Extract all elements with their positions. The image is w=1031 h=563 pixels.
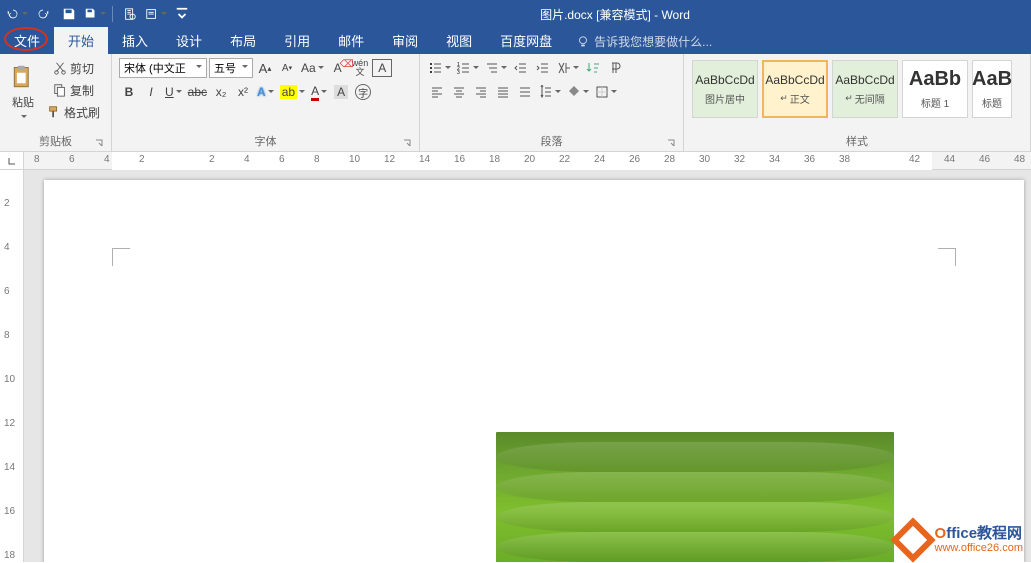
group-paragraph-label: 段落	[541, 136, 563, 148]
group-paragraph: 123 段落	[420, 54, 684, 151]
menu-view[interactable]: 视图	[432, 27, 486, 54]
vertical-ruler[interactable]: 24681012141618	[0, 170, 23, 562]
justify-button[interactable]	[493, 82, 513, 102]
menu-file[interactable]: 文件	[0, 27, 54, 54]
qat-button[interactable]	[145, 3, 167, 25]
italic-button[interactable]: I	[141, 82, 161, 102]
font-name-select[interactable]: 宋体 (中文正	[119, 58, 207, 78]
menu-mailings[interactable]: 邮件	[324, 27, 378, 54]
vertical-ruler-column: 24681012141618	[0, 152, 24, 562]
paste-button[interactable]: 粘贴	[4, 56, 42, 131]
asian-layout-button[interactable]	[555, 58, 581, 78]
tell-me-input[interactable]: 告诉我您想要做什么...	[566, 29, 722, 54]
group-styles-label: 样式	[846, 136, 868, 148]
menu-review[interactable]: 审阅	[378, 27, 432, 54]
shading-button[interactable]	[565, 82, 591, 102]
style-normal[interactable]: AaBbCcDd↵正文	[762, 60, 828, 118]
show-marks-button[interactable]	[605, 58, 625, 78]
bold-button[interactable]: B	[119, 82, 139, 102]
qat-customize-button[interactable]	[171, 3, 193, 25]
menu-bar: 文件 开始 插入 设计 布局 引用 邮件 审阅 视图 百度网盘 告诉我您想要做什…	[0, 28, 1031, 54]
align-right-button[interactable]	[471, 82, 491, 102]
font-color-button[interactable]: A	[309, 82, 329, 102]
document-image[interactable]	[496, 432, 894, 562]
dialog-launcher-icon[interactable]	[403, 139, 413, 149]
increase-indent-button[interactable]	[533, 58, 553, 78]
style-heading1[interactable]: AaBb标题 1	[902, 60, 968, 118]
numbering-button[interactable]: 123	[455, 58, 481, 78]
style-image-center[interactable]: AaBbCcDd图片居中	[692, 60, 758, 118]
office-logo-icon	[890, 517, 935, 562]
menu-references[interactable]: 引用	[270, 27, 324, 54]
quick-access-toolbar	[0, 3, 199, 25]
grow-font-button[interactable]: A▴	[255, 58, 275, 78]
clear-format-button[interactable]: A⌫	[328, 58, 348, 78]
save-button[interactable]	[58, 3, 80, 25]
group-font: 宋体 (中文正 五号 A▴ A▾ Aa A⌫ wén文 A B I U abc …	[112, 54, 420, 151]
line-spacing-button[interactable]	[537, 82, 563, 102]
char-shading-button[interactable]: A	[331, 82, 351, 102]
copy-button[interactable]: 复制	[45, 80, 102, 100]
undo-button[interactable]	[6, 3, 28, 25]
sort-button[interactable]	[583, 58, 603, 78]
menu-insert[interactable]: 插入	[108, 27, 162, 54]
text-effects-button[interactable]: A	[255, 82, 276, 102]
char-border-button[interactable]: A	[372, 59, 392, 77]
format-painter-button[interactable]: 格式刷	[45, 102, 102, 122]
superscript-button[interactable]: x²	[233, 82, 253, 102]
menu-home[interactable]: 开始	[54, 27, 108, 54]
workspace: 24681012141618 8642246810121416182022242…	[0, 152, 1031, 562]
align-center-button[interactable]	[449, 82, 469, 102]
document-area[interactable]	[24, 170, 1031, 562]
svg-text:3: 3	[457, 70, 460, 75]
style-no-spacing[interactable]: AaBbCcDd↵无间隔	[832, 60, 898, 118]
group-font-label: 字体	[255, 136, 277, 148]
horizontal-ruler[interactable]: 8642246810121416182022242628303234363842…	[24, 152, 1031, 170]
enclose-char-button[interactable]: 字	[353, 82, 373, 102]
align-left-button[interactable]	[427, 82, 447, 102]
menu-design[interactable]: 设计	[162, 27, 216, 54]
style-title[interactable]: AaB标题	[972, 60, 1012, 118]
title-bar: 图片.docx [兼容模式] - Word	[0, 0, 1031, 28]
bullets-button[interactable]	[427, 58, 453, 78]
strikethrough-button[interactable]: abc	[186, 82, 209, 102]
window-title: 图片.docx [兼容模式] - Word	[199, 6, 1031, 23]
redo-button[interactable]	[32, 3, 54, 25]
lightbulb-icon	[576, 35, 590, 49]
dialog-launcher-icon[interactable]	[95, 139, 105, 149]
subscript-button[interactable]: x₂	[211, 82, 231, 102]
group-clipboard-label: 剪贴板	[39, 136, 72, 148]
borders-button[interactable]	[593, 82, 619, 102]
crop-mark-icon	[112, 248, 130, 266]
cut-button[interactable]: 剪切	[45, 58, 102, 78]
distribute-button[interactable]	[515, 82, 535, 102]
dialog-launcher-icon[interactable]	[667, 139, 677, 149]
highlight-button[interactable]: ab	[278, 82, 307, 102]
save-as-button[interactable]	[84, 3, 106, 25]
decrease-indent-button[interactable]	[511, 58, 531, 78]
group-styles: AaBbCcDd图片居中 AaBbCcDd↵正文 AaBbCcDd↵无间隔 Aa…	[684, 54, 1031, 151]
group-clipboard: 粘贴 剪切 复制 格式刷 剪贴板	[0, 54, 112, 151]
multilevel-button[interactable]	[483, 58, 509, 78]
underline-button[interactable]: U	[163, 82, 184, 102]
change-case-button[interactable]: Aa	[299, 58, 326, 78]
font-size-select[interactable]: 五号	[209, 58, 253, 78]
shrink-font-button[interactable]: A▾	[277, 58, 297, 78]
ribbon: 粘贴 剪切 复制 格式刷 剪贴板 宋体 (中文正 五号 A▴ A▾ Aa A⌫ …	[0, 54, 1031, 152]
print-preview-button[interactable]	[119, 3, 141, 25]
watermark: Office教程网 www.office26.com	[897, 524, 1023, 556]
tab-selector[interactable]	[0, 152, 23, 170]
menu-baidu[interactable]: 百度网盘	[486, 27, 566, 54]
crop-mark-icon	[938, 248, 956, 266]
style-gallery: AaBbCcDd图片居中 AaBbCcDd↵正文 AaBbCcDd↵无间隔 Aa…	[688, 56, 1016, 131]
menu-layout[interactable]: 布局	[216, 27, 270, 54]
